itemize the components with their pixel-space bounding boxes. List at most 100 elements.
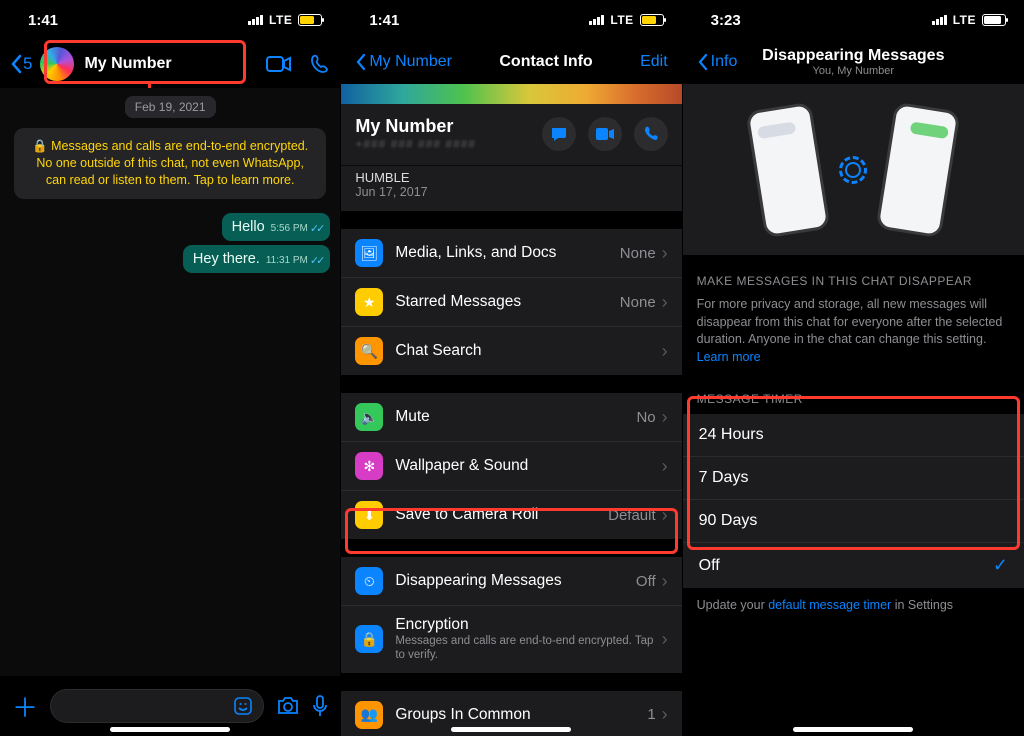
- message-text: Hello: [232, 219, 265, 235]
- row-value: No: [636, 409, 655, 426]
- date-separator: Feb 19, 2021: [125, 96, 216, 118]
- settings-row[interactable]: ⏲Disappearing MessagesOff›: [341, 557, 681, 605]
- row-label: Wallpaper & Sound: [395, 457, 655, 475]
- row-label: Groups In Common: [395, 706, 647, 724]
- settings-row[interactable]: ★Starred MessagesNone›: [341, 277, 681, 326]
- clock: 3:23: [711, 12, 741, 29]
- row-icon: ⏲: [355, 567, 383, 595]
- highlight-disappearing: [345, 508, 678, 554]
- row-icon: 🖼: [355, 239, 383, 267]
- back-button[interactable]: Info: [697, 53, 738, 71]
- row-value: None: [620, 294, 656, 311]
- contact-header-block: My Number +### ### ### ####: [341, 104, 681, 166]
- settings-row[interactable]: 🔈 MuteNo ›: [341, 393, 681, 441]
- section-header: MAKE MESSAGES IN THIS CHAT DISAPPEAR: [683, 256, 1024, 296]
- chevron-right-icon: ›: [662, 243, 668, 264]
- back-button[interactable]: 5: [10, 54, 32, 74]
- settings-row[interactable]: 🖼 Media, Links, and DocsNone ›: [341, 229, 681, 277]
- sticker-icon[interactable]: [233, 696, 253, 716]
- row-sublabel: Messages and calls are end-to-end encryp…: [395, 634, 661, 663]
- read-receipt-icon: ✓✓: [310, 222, 322, 235]
- contact-info-navbar: My Number Contact Info Edit: [341, 40, 681, 84]
- message-row: Hello 5:56 PM✓✓: [0, 209, 340, 241]
- battery-icon: [298, 14, 322, 26]
- row-label: Encryption: [395, 616, 661, 634]
- status-bar: 3:23 LTE: [683, 0, 1024, 40]
- row-icon: ✻: [355, 452, 383, 480]
- highlight-contact: [44, 40, 246, 84]
- highlight-timer-options: [687, 396, 1020, 550]
- video-call-icon[interactable]: [266, 54, 292, 74]
- message-button[interactable]: [542, 117, 576, 151]
- signal-icon: [248, 15, 263, 25]
- footer-note: Update your default message timer in Set…: [683, 588, 1024, 622]
- option-label: Off: [699, 557, 720, 575]
- battery-icon: [640, 14, 664, 26]
- clock: 1:41: [369, 12, 399, 29]
- network-label: LTE: [610, 13, 633, 27]
- call-button[interactable]: [634, 117, 668, 151]
- contact-name: My Number: [355, 116, 476, 137]
- row-value: None: [620, 245, 656, 262]
- home-indicator: [793, 727, 913, 732]
- home-indicator: [451, 727, 571, 732]
- screen-contact-info: 1:41 LTE My Number Contact Info Edit My …: [341, 0, 682, 736]
- message-row: Hey there. 11:31 PM✓✓: [0, 241, 340, 273]
- screen-disappearing: 3:23 LTE Info Disappearing Messages You,…: [683, 0, 1024, 736]
- edit-button[interactable]: Edit: [640, 53, 668, 71]
- message-input[interactable]: [50, 689, 264, 723]
- row-label: Mute: [395, 408, 636, 426]
- message-time: 11:31 PM: [266, 255, 308, 266]
- message-bubble[interactable]: Hello 5:56 PM✓✓: [222, 213, 331, 241]
- row-icon: 🔈: [355, 403, 383, 431]
- back-label: My Number: [369, 53, 452, 71]
- message-text: Hey there.: [193, 251, 260, 267]
- camera-icon[interactable]: [276, 696, 300, 716]
- chevron-left-icon: [355, 53, 366, 71]
- chevron-right-icon: ›: [662, 629, 668, 650]
- chevron-right-icon: ›: [662, 407, 668, 428]
- row-icon: 👥: [355, 701, 383, 729]
- settings-row[interactable]: ✻ Wallpaper & Sound ›: [341, 441, 681, 490]
- status-bar: 1:41 LTE: [341, 0, 681, 40]
- default-timer-link[interactable]: default message timer: [768, 598, 891, 612]
- voice-call-icon[interactable]: [310, 54, 330, 74]
- row-icon: 🔍: [355, 337, 383, 365]
- back-label: Info: [711, 53, 738, 71]
- battery-icon: [982, 14, 1006, 26]
- message-bubble[interactable]: Hey there. 11:31 PM✓✓: [183, 245, 330, 273]
- settings-row[interactable]: 🔒 EncryptionMessages and calls are end-to…: [341, 605, 681, 673]
- chevron-right-icon: ›: [662, 292, 668, 313]
- section-description: For more privacy and storage, all new me…: [683, 296, 1024, 374]
- encryption-notice[interactable]: 🔒 Messages and calls are end-to-end encr…: [14, 128, 326, 199]
- contact-phone-blurred: +### ### ### ####: [355, 137, 476, 151]
- chevron-right-icon: ›: [662, 341, 668, 362]
- mic-icon[interactable]: [312, 695, 328, 717]
- attach-button[interactable]: ＋: [12, 688, 38, 725]
- read-receipt-icon: ✓✓: [310, 254, 322, 267]
- video-button[interactable]: [588, 117, 622, 151]
- row-label: Starred Messages: [395, 293, 619, 311]
- status-bar: 1:41 LTE: [0, 0, 340, 40]
- contact-status-block: HUMBLE Jun 17, 2017: [341, 166, 681, 211]
- message-time: 5:56 PM: [271, 223, 308, 234]
- clock: 1:41: [28, 12, 58, 29]
- learn-more-link[interactable]: Learn more: [697, 350, 761, 364]
- chevron-right-icon: ›: [662, 456, 668, 477]
- row-label: Media, Links, and Docs: [395, 244, 619, 262]
- chevron-right-icon: ›: [662, 571, 668, 592]
- chevron-left-icon: [10, 54, 22, 74]
- chevron-right-icon: ›: [662, 704, 668, 725]
- phone-illustration: [876, 101, 961, 238]
- status-date: Jun 17, 2017: [355, 185, 667, 199]
- timer-icon: [839, 156, 867, 184]
- chevron-left-icon: [697, 53, 708, 71]
- back-button[interactable]: My Number: [355, 53, 452, 71]
- network-label: LTE: [269, 13, 292, 27]
- row-icon: 🔒: [355, 625, 383, 653]
- settings-row[interactable]: 🔍 Chat Search ›: [341, 326, 681, 375]
- row-label: Chat Search: [395, 342, 655, 360]
- status-text: HUMBLE: [355, 166, 667, 185]
- contact-banner: [341, 84, 681, 104]
- row-value: Off: [636, 573, 656, 590]
